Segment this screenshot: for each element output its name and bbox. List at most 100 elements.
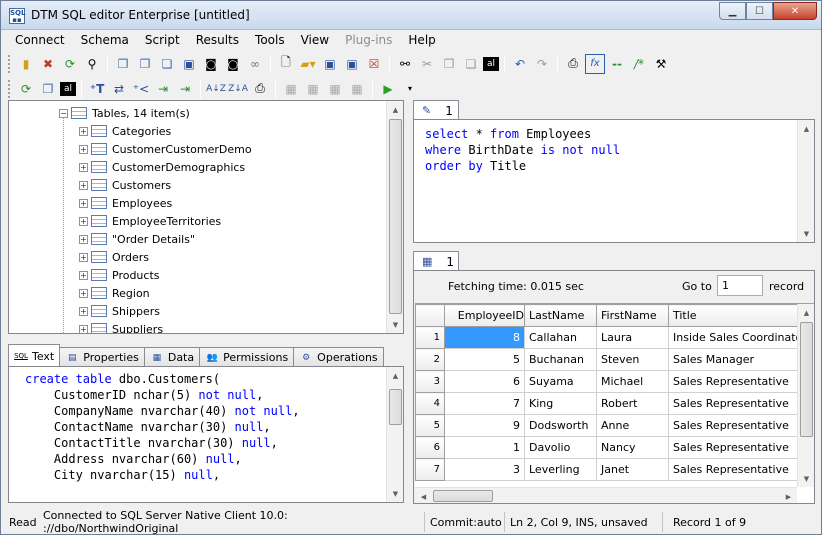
- save-file-icon[interactable]: ▣: [320, 54, 340, 74]
- camera-icon[interactable]: ◙: [201, 54, 221, 74]
- cell-title[interactable]: Sales Representative: [668, 458, 812, 481]
- copy-text-icon[interactable]: ❐: [439, 54, 459, 74]
- column-header[interactable]: LastName: [524, 304, 597, 327]
- expand-icon[interactable]: +: [79, 270, 88, 280]
- scroll-down-icon[interactable]: ▼: [798, 225, 814, 242]
- editor-tab-1[interactable]: ✎ 1: [413, 100, 459, 120]
- expand-icon[interactable]: +: [79, 162, 88, 172]
- cell-firstname[interactable]: Nancy: [596, 436, 669, 459]
- sql-code[interactable]: select * from Employees where BirthDate i…: [414, 120, 814, 174]
- row-number[interactable]: 3: [415, 370, 445, 393]
- uncomment-icon[interactable]: /*: [629, 54, 649, 74]
- table-row[interactable]: 5 9 Dodsworth Anne Sales Representative: [415, 414, 812, 437]
- tree-item-table[interactable]: + CustomerDemographics: [79, 158, 245, 176]
- table-row[interactable]: 7 3 Leverling Janet Sales Representative: [415, 458, 812, 481]
- redo-icon[interactable]: ↷: [532, 54, 552, 74]
- cut-icon[interactable]: ✂: [417, 54, 437, 74]
- expand-icon[interactable]: +: [79, 216, 88, 226]
- refresh-icon[interactable]: ⟳: [16, 79, 36, 99]
- table-row[interactable]: 6 1 Davolio Nancy Sales Representative: [415, 436, 812, 459]
- function-icon[interactable]: fx: [585, 53, 605, 74]
- scroll-down-icon[interactable]: ▼: [387, 316, 403, 333]
- paste-text-icon[interactable]: ❏: [461, 54, 481, 74]
- menu-plugins[interactable]: Plug-ins: [337, 31, 400, 51]
- tree-item-table[interactable]: + Customers: [79, 176, 171, 194]
- table-row[interactable]: 1 8 Callahan Laura Inside Sales Coordinator: [415, 326, 812, 349]
- toolbar-grip[interactable]: [8, 79, 11, 98]
- expand-icon[interactable]: +: [79, 234, 88, 244]
- results-tab-1[interactable]: ▦ 1: [413, 251, 459, 271]
- find-icon[interactable]: ⚲: [82, 54, 102, 74]
- column-header[interactable]: Title: [668, 304, 812, 327]
- row-number[interactable]: 1: [415, 326, 445, 349]
- disconnect-icon[interactable]: ✖: [38, 54, 58, 74]
- tab-properties[interactable]: ▤ Properties: [59, 347, 145, 367]
- expand-icon[interactable]: +: [79, 144, 88, 154]
- undo-icon[interactable]: ↶: [510, 54, 530, 74]
- row-number[interactable]: 7: [415, 458, 445, 481]
- sort-za-icon[interactable]: Z↓A: [228, 79, 248, 99]
- tree-item-table[interactable]: + Products: [79, 266, 160, 284]
- tree-item-table[interactable]: + Region: [79, 284, 150, 302]
- row-number[interactable]: 4: [415, 392, 445, 415]
- tab-text[interactable]: SQL Text: [8, 344, 61, 367]
- menu-view[interactable]: View: [293, 31, 337, 51]
- insert-text-icon[interactable]: ⁺T: [87, 79, 107, 99]
- print-icon[interactable]: ⎙: [250, 79, 270, 99]
- goto-record-input[interactable]: [717, 275, 763, 296]
- cell-firstname[interactable]: Robert: [596, 392, 669, 415]
- new-file-icon[interactable]: 🗋: [276, 54, 296, 74]
- cell-employeeid[interactable]: 8: [444, 326, 525, 349]
- scroll-thumb[interactable]: [433, 490, 493, 502]
- table-paste-icon[interactable]: ▦: [303, 79, 323, 99]
- tab-permissions[interactable]: 👥 Permissions: [199, 347, 295, 367]
- maximize-button[interactable]: ☐: [746, 2, 773, 20]
- camera-all-icon[interactable]: ◙: [223, 54, 243, 74]
- cell-employeeid[interactable]: 1: [444, 436, 525, 459]
- import-table-icon[interactable]: ⇥: [175, 79, 195, 99]
- tree-item-table[interactable]: + Orders: [79, 248, 149, 266]
- cell-lastname[interactable]: Callahan: [524, 326, 597, 349]
- menu-connect[interactable]: Connect: [7, 31, 73, 51]
- cell-employeeid[interactable]: 7: [444, 392, 525, 415]
- row-number[interactable]: 5: [415, 414, 445, 437]
- cell-firstname[interactable]: Michael: [596, 370, 669, 393]
- scroll-left-icon[interactable]: ◀: [415, 488, 432, 503]
- scroll-thumb[interactable]: [389, 389, 402, 425]
- settings-icon[interactable]: ⚒: [651, 54, 671, 74]
- scroll-up-icon[interactable]: ▲: [798, 120, 814, 137]
- vertical-splitter[interactable]: [405, 100, 411, 505]
- tree-vertical-scrollbar[interactable]: ▲ ▼: [386, 101, 403, 333]
- scroll-down-icon[interactable]: ▼: [387, 485, 403, 502]
- menu-tools[interactable]: Tools: [247, 31, 293, 51]
- scroll-thumb[interactable]: [389, 119, 402, 314]
- connect-icon[interactable]: ▮: [16, 54, 36, 74]
- table-copy-icon[interactable]: ▦: [281, 79, 301, 99]
- scroll-up-icon[interactable]: ▲: [798, 304, 814, 321]
- save-all-icon[interactable]: ▣: [342, 54, 362, 74]
- run-icon[interactable]: ▶: [378, 79, 398, 99]
- grid-horizontal-scrollbar[interactable]: ◀ ▶: [415, 487, 797, 503]
- table-delete-icon[interactable]: ▦: [347, 79, 367, 99]
- toolbar-grip[interactable]: [8, 54, 11, 73]
- expand-icon[interactable]: +: [79, 180, 88, 190]
- expand-icon[interactable]: +: [79, 306, 88, 316]
- tree-item-table[interactable]: + EmployeeTerritories: [79, 212, 221, 230]
- refresh-icon[interactable]: ⟳: [60, 54, 80, 74]
- tree-item-table[interactable]: + "Order Details": [79, 230, 195, 248]
- run-dropdown-icon[interactable]: ▾: [400, 79, 420, 99]
- expand-icon[interactable]: +: [79, 324, 88, 333]
- cell-lastname[interactable]: Suyama: [524, 370, 597, 393]
- cell-firstname[interactable]: Steven: [596, 348, 669, 371]
- minimize-button[interactable]: ▁: [719, 2, 746, 20]
- expand-icon[interactable]: +: [79, 252, 88, 262]
- copy-icon[interactable]: ❐: [38, 79, 58, 99]
- open-folder-icon[interactable]: ▰▾: [298, 54, 318, 74]
- tab-operations[interactable]: ⚙ Operations: [293, 347, 384, 367]
- sql-editor[interactable]: select * from Employees where BirthDate i…: [413, 119, 815, 243]
- chain-icon[interactable]: ∞: [245, 54, 265, 74]
- tree-item-table[interactable]: + Suppliers: [79, 320, 163, 333]
- menu-results[interactable]: Results: [188, 31, 247, 51]
- compare-icon[interactable]: ⇄: [109, 79, 129, 99]
- cell-title[interactable]: Sales Representative: [668, 392, 812, 415]
